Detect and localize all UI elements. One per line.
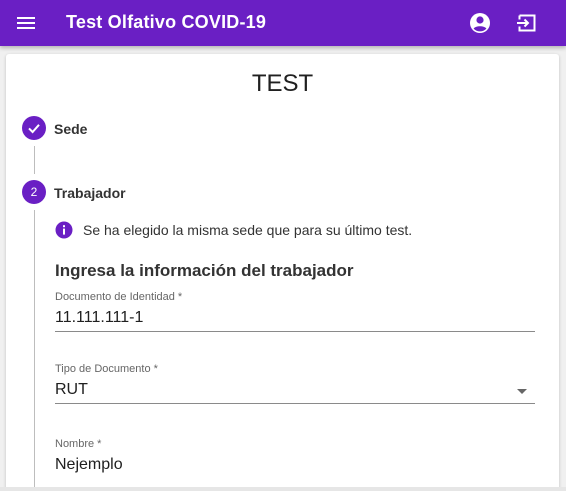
step-2-label[interactable]: Trabajador — [54, 185, 126, 201]
field-underline — [55, 331, 535, 332]
document-id-value[interactable]: 11.111.111-1 — [55, 309, 143, 327]
card-title: TEST — [251, 70, 314, 97]
app-title: Test Olfativo COVID-19 — [66, 12, 267, 32]
document-id-label: Documento de Identidad * — [55, 291, 183, 303]
section-heading: Ingresa la información del trabajador — [55, 261, 354, 280]
step-connector — [34, 146, 35, 174]
bottom-scroll-edge — [0, 487, 566, 491]
step-content-line — [34, 210, 35, 491]
logout-button[interactable] — [513, 9, 541, 37]
account-circle-icon — [470, 13, 490, 33]
exit-icon — [517, 14, 536, 32]
info-icon — [55, 221, 73, 239]
app-bar: Test Olfativo COVID-19 — [0, 0, 566, 46]
menu-icon — [17, 17, 35, 29]
step-1-completed-icon[interactable] — [22, 116, 46, 140]
step-2-icon[interactable]: 2 — [22, 180, 46, 204]
info-text: Se ha elegido la misma sede que para su … — [83, 222, 413, 238]
menu-button[interactable] — [12, 9, 40, 37]
document-type-value[interactable]: RUT — [55, 381, 88, 399]
field-underline — [55, 403, 535, 404]
document-type-label: Tipo de Documento * — [55, 363, 158, 375]
test-card: TEST Sede 2 Trabajador Se ha elegido la … — [6, 54, 559, 491]
account-button[interactable] — [466, 9, 494, 37]
dropdown-arrow-icon[interactable] — [517, 389, 527, 394]
name-value[interactable]: Nejemplo — [55, 456, 123, 474]
check-icon — [28, 124, 40, 134]
name-label: Nombre * — [55, 438, 102, 450]
step-1-label[interactable]: Sede — [54, 121, 87, 137]
